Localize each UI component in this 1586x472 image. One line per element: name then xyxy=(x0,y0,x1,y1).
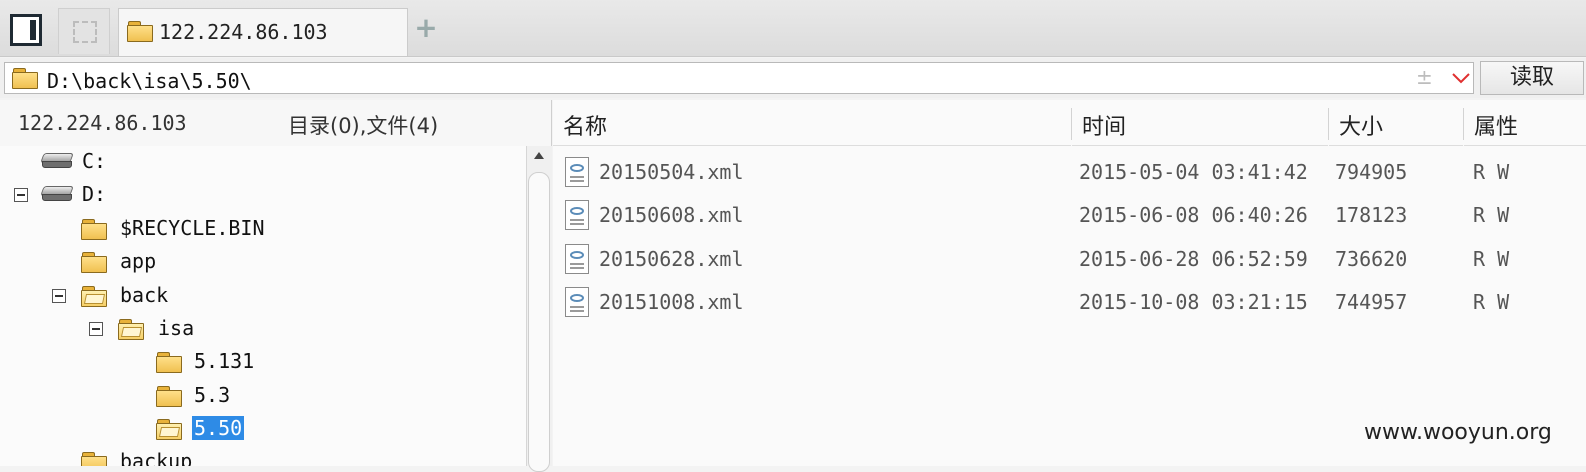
open-folder-icon xyxy=(81,285,107,307)
collapse-icon[interactable] xyxy=(52,289,66,303)
panel-toggle-icon[interactable] xyxy=(10,14,42,46)
file-row[interactable]: 20150608.xml 2015-06-08 06:40:26 178123 … xyxy=(553,193,1586,236)
open-folder-icon xyxy=(118,318,144,340)
folder-icon xyxy=(127,20,153,42)
file-size: 794905 xyxy=(1335,160,1408,184)
file-name: 20150628.xml xyxy=(599,247,744,271)
collapse-icon[interactable] xyxy=(89,322,103,336)
tree-item-back[interactable]: back xyxy=(0,280,520,312)
tab-bar: 122.224.86.103 + xyxy=(0,0,1586,57)
tree-item-recycle-bin[interactable]: $RECYCLE.BIN xyxy=(0,213,520,245)
folder-icon xyxy=(156,385,182,407)
tree-item-app[interactable]: app xyxy=(0,246,520,278)
tree-item-label: C: xyxy=(82,149,107,173)
file-row[interactable]: 20151008.xml 2015-10-08 03:21:15 744957 … xyxy=(553,280,1586,323)
chevron-down-icon[interactable] xyxy=(1451,72,1471,84)
file-name: 20150608.xml xyxy=(599,203,744,227)
tree-item-label: app xyxy=(120,249,157,273)
column-size-label: 大小 xyxy=(1339,115,1384,140)
file-attr: R W xyxy=(1473,203,1510,227)
directory-pane: 122.224.86.103 目录(0),文件(4) C: D: $RECYCL… xyxy=(0,100,552,472)
folder-icon xyxy=(12,67,38,89)
file-attr: R W xyxy=(1473,247,1510,271)
tree-item-label: isa xyxy=(158,316,195,340)
column-header-size[interactable]: 大小 xyxy=(1329,100,1463,146)
folder-icon xyxy=(156,351,182,373)
drive-icon xyxy=(40,153,74,171)
column-name-label: 名称 xyxy=(563,115,608,140)
add-tab-button[interactable]: + xyxy=(414,14,438,42)
folder-icon xyxy=(81,451,107,466)
tree-scrollbar[interactable] xyxy=(526,146,552,472)
column-attr-label: 属性 xyxy=(1474,115,1519,140)
file-size: 744957 xyxy=(1335,290,1408,314)
tree-item-backup[interactable]: backup xyxy=(0,446,520,466)
plus-minus-icon[interactable]: ± xyxy=(1416,65,1433,89)
file-row[interactable]: 20150504.xml 2015-05-04 03:41:42 794905 … xyxy=(553,150,1586,193)
path-bar: D:\back\isa\5.50\ ± 读取 xyxy=(0,58,1586,98)
file-name: 20150504.xml xyxy=(599,160,744,184)
file-time: 2015-10-08 03:21:15 xyxy=(1079,290,1308,314)
file-time: 2015-06-08 06:40:26 xyxy=(1079,203,1308,227)
xml-file-icon xyxy=(565,244,589,274)
open-folder-icon xyxy=(156,418,182,440)
tree-item-5-131[interactable]: 5.131 xyxy=(0,346,520,378)
scroll-up-icon[interactable] xyxy=(534,152,544,159)
drive-icon xyxy=(40,186,74,204)
column-header-name[interactable]: 名称 xyxy=(553,100,1071,146)
tree-item-label: D: xyxy=(82,182,107,206)
column-time-label: 时间 xyxy=(1082,115,1127,140)
xml-file-icon xyxy=(565,287,589,317)
file-time: 2015-06-28 06:52:59 xyxy=(1079,247,1308,271)
folder-icon xyxy=(81,251,107,273)
file-list-pane: 名称 时间 大小 属性 20150504.xml 2015-05-04 03:4… xyxy=(553,100,1586,466)
tree-item-label: backup xyxy=(120,449,193,466)
tree-item-label: 5.3 xyxy=(194,383,231,407)
tab-host[interactable]: 122.224.86.103 xyxy=(118,8,408,56)
folder-icon xyxy=(81,218,107,240)
directory-header: 122.224.86.103 目录(0),文件(4) xyxy=(0,100,552,146)
read-button[interactable]: 读取 xyxy=(1480,61,1584,95)
xml-file-icon xyxy=(565,200,589,230)
tab-label: 122.224.86.103 xyxy=(159,20,328,44)
host-label: 122.224.86.103 xyxy=(18,111,187,135)
tree-item-5-50[interactable]: 5.50 xyxy=(0,413,520,445)
file-time: 2015-05-04 03:41:42 xyxy=(1079,160,1308,184)
directory-tree: C: D: $RECYCLE.BIN app back isa 5.131 5.… xyxy=(0,146,526,466)
xml-file-icon xyxy=(565,157,589,187)
file-attr: R W xyxy=(1473,290,1510,314)
tree-item-5-3[interactable]: 5.3 xyxy=(0,380,520,412)
tree-item-isa[interactable]: isa xyxy=(0,313,520,345)
empty-tab-icon xyxy=(73,21,97,43)
column-header-time[interactable]: 时间 xyxy=(1072,100,1328,146)
item-count-label: 目录(0),文件(4) xyxy=(288,114,439,138)
watermark: www.wooyun.org xyxy=(1364,420,1552,445)
file-row[interactable]: 20150628.xml 2015-06-28 06:52:59 736620 … xyxy=(553,237,1586,280)
tree-item-label: $RECYCLE.BIN xyxy=(120,216,265,240)
tab-placeholder[interactable] xyxy=(58,8,110,54)
path-text: D:\back\isa\5.50\ xyxy=(47,69,252,93)
file-size: 736620 xyxy=(1335,247,1408,271)
tree-item-label: 5.131 xyxy=(194,349,255,373)
column-header-attr[interactable]: 属性 xyxy=(1464,100,1586,146)
file-name: 20151008.xml xyxy=(599,290,744,314)
collapse-icon[interactable] xyxy=(14,188,28,202)
tree-item-c[interactable]: C: xyxy=(0,146,520,178)
scrollbar-thumb[interactable] xyxy=(528,172,550,472)
file-attr: R W xyxy=(1473,160,1510,184)
file-size: 178123 xyxy=(1335,203,1408,227)
path-input[interactable]: D:\back\isa\5.50\ ± xyxy=(4,62,1474,94)
tree-item-d[interactable]: D: xyxy=(0,179,520,211)
tree-item-label-selected: 5.50 xyxy=(192,416,245,440)
tree-item-label: back xyxy=(120,283,169,307)
